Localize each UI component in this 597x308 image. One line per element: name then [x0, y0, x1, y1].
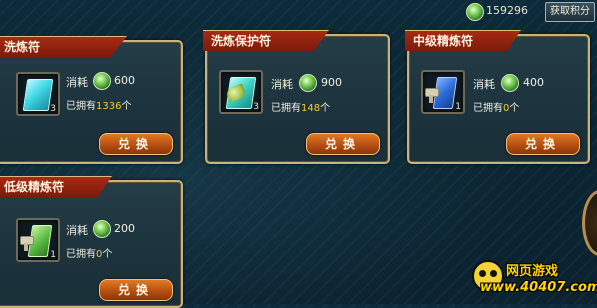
- item-slot[interactable]: 3: [16, 72, 60, 116]
- item-slot[interactable]: 1: [421, 70, 465, 114]
- cost-label: 消耗: [271, 78, 293, 91]
- owned-prefix: 已拥有: [66, 101, 96, 112]
- owned-count: 已拥有148个: [271, 99, 330, 114]
- jade-coin-icon: [501, 74, 519, 92]
- watermark-title: 网页游戏: [506, 264, 559, 279]
- cost-value: 400: [523, 76, 544, 89]
- exchange-card-1: 洗炼符 3 消耗 600 已拥有1336个 兑换: [0, 36, 183, 164]
- item-quantity: 3: [253, 102, 259, 112]
- owned-number: 1336: [96, 101, 122, 112]
- watermark-url: www.40407.com: [480, 280, 597, 295]
- item-slot[interactable]: 3: [219, 70, 263, 114]
- owned-count: 已拥有0个: [66, 245, 112, 260]
- owned-prefix: 已拥有: [66, 249, 96, 260]
- owned-prefix: 已拥有: [473, 103, 503, 114]
- exchange-button[interactable]: 兑换: [99, 133, 173, 155]
- owned-suffix: 个: [509, 103, 520, 114]
- owned-count: 已拥有0个: [473, 99, 519, 114]
- cost-value: 900: [321, 76, 342, 89]
- top-bar: 159296 获取积分: [458, 2, 595, 22]
- card-title: 洗炼符: [0, 36, 127, 57]
- card-title: 洗炼保护符: [203, 30, 329, 51]
- exchange-card-3: 中级精炼符 1 消耗 400 已拥有0个 兑换: [405, 30, 590, 164]
- cost-label: 消耗: [66, 76, 88, 89]
- cost-value: 200: [114, 222, 135, 235]
- owned-suffix: 个: [121, 101, 132, 112]
- cost-value: 600: [114, 74, 135, 87]
- cost-label: 消耗: [473, 78, 495, 91]
- exchange-button[interactable]: 兑换: [99, 279, 173, 301]
- owned-number: 148: [301, 103, 321, 114]
- card-title: 中级精炼符: [405, 30, 521, 51]
- stamp-icon: [425, 88, 439, 104]
- item-quantity: 3: [50, 104, 56, 114]
- owned-suffix: 个: [320, 103, 331, 114]
- item-slot[interactable]: 1: [16, 218, 60, 262]
- exchange-card-4: 低级精炼符 1 消耗 200 已拥有0个 兑换: [0, 176, 183, 308]
- cost-label: 消耗: [66, 224, 88, 237]
- item-quantity: 1: [50, 250, 56, 260]
- owned-suffix: 个: [102, 249, 113, 260]
- stamp-icon: [20, 236, 34, 252]
- owned-prefix: 已拥有: [271, 103, 301, 114]
- exchange-button[interactable]: 兑换: [506, 133, 580, 155]
- jade-coin-icon: [93, 220, 111, 238]
- points-balance: 159296: [486, 4, 528, 17]
- exchange-card-2: 洗炼保护符 3 消耗 900 已拥有148个 兑换: [203, 30, 390, 164]
- cyan-talisman-icon: [22, 79, 54, 111]
- compass-decoration: [582, 190, 597, 256]
- get-points-button[interactable]: 获取积分: [545, 2, 595, 22]
- jade-coin-icon: [299, 74, 317, 92]
- owned-count: 已拥有1336个: [66, 97, 131, 112]
- jade-coin-icon: [93, 72, 111, 90]
- site-watermark: 网页游戏 www.40407.com: [472, 258, 597, 302]
- card-title: 低级精炼符: [0, 176, 112, 197]
- item-quantity: 1: [455, 102, 461, 112]
- exchange-button[interactable]: 兑换: [306, 133, 380, 155]
- jade-coin-icon: [466, 3, 484, 21]
